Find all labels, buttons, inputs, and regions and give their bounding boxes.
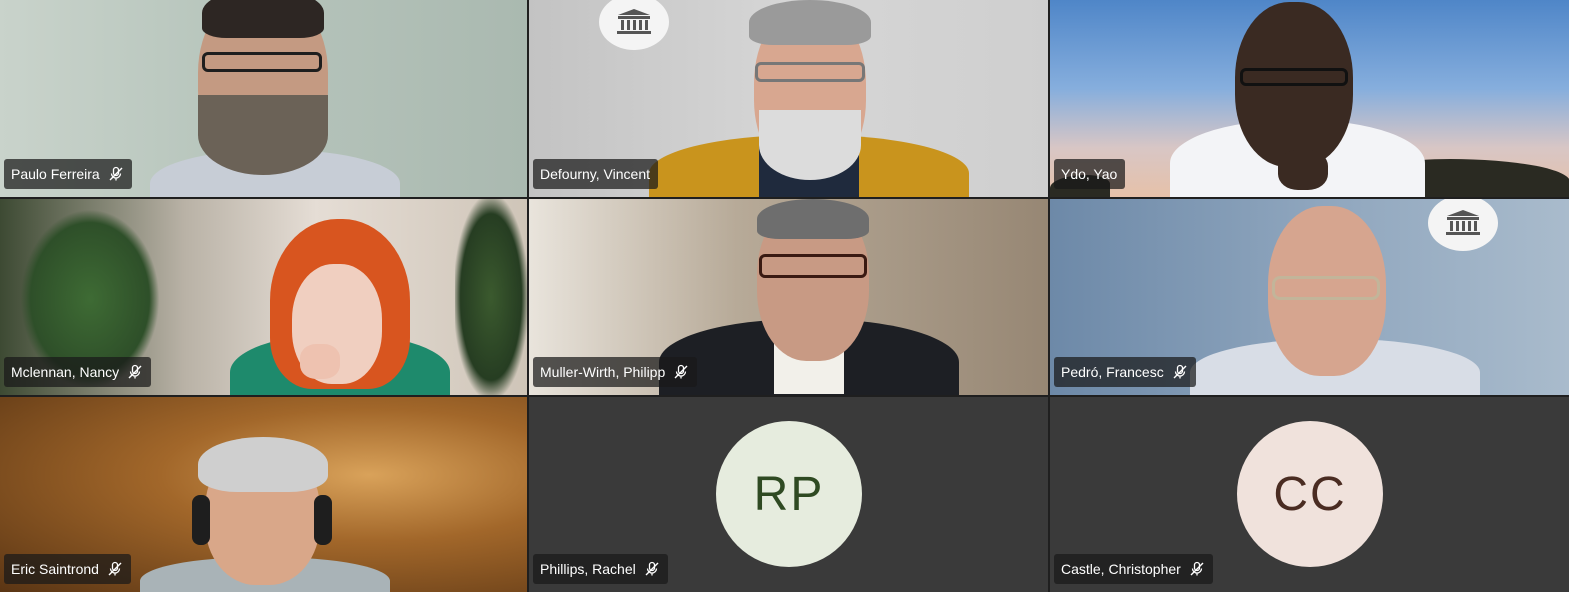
participant-tile-castle-christopher[interactable]: CC Castle, Christopher — [1050, 397, 1569, 592]
mic-muted-icon — [108, 561, 122, 576]
participant-tile-pedro-francesc[interactable]: Pedró, Francesc — [1050, 199, 1569, 395]
avatar: RP — [716, 421, 862, 567]
plant-decoration — [455, 199, 527, 395]
avatar: CC — [1237, 421, 1383, 567]
participant-name: Ydo, Yao — [1061, 166, 1118, 182]
avatar-initials: CC — [1273, 467, 1347, 521]
participant-tile-muller-wirth-philipp[interactable]: Muller-Wirth, Philipp — [529, 199, 1048, 395]
participant-name-tag: Defourny, Vincent — [533, 159, 658, 189]
participant-name-tag: Paulo Ferreira — [4, 159, 132, 189]
participant-name: Castle, Christopher — [1061, 561, 1181, 577]
participant-name: Pedró, Francesc — [1061, 364, 1164, 380]
participant-tile-phillips-rachel[interactable]: RP Phillips, Rachel — [529, 397, 1048, 592]
participant-name-tag: Muller-Wirth, Philipp — [533, 357, 698, 387]
participant-name: Mclennan, Nancy — [11, 364, 120, 380]
participant-video — [130, 0, 410, 197]
participant-name-tag: Castle, Christopher — [1054, 554, 1213, 584]
participant-name: Phillips, Rachel — [540, 561, 636, 577]
participant-tile-defourny-vincent[interactable]: Defourny, Vincent — [529, 0, 1048, 197]
participant-name: Eric Saintrond — [11, 561, 99, 577]
participant-name-tag: Phillips, Rachel — [533, 554, 668, 584]
participant-video — [1190, 204, 1490, 395]
participant-video — [140, 437, 400, 592]
participant-tile-ydo-yao[interactable]: Ydo, Yao — [1050, 0, 1569, 197]
avatar-initials: RP — [753, 467, 825, 521]
participant-name-tag: Eric Saintrond — [4, 554, 131, 584]
participant-name: Defourny, Vincent — [540, 166, 650, 182]
participant-video — [659, 199, 959, 395]
participant-tile-eric-saintrond[interactable]: Eric Saintrond — [0, 397, 527, 592]
participant-tile-paulo-ferreira[interactable]: Paulo Ferreira — [0, 0, 527, 197]
mic-muted-icon — [1173, 364, 1187, 379]
mic-muted-icon — [128, 364, 142, 379]
mic-muted-icon — [109, 166, 123, 181]
mic-muted-icon — [1190, 561, 1204, 576]
participant-name: Muller-Wirth, Philipp — [540, 364, 666, 380]
participant-name-tag: Mclennan, Nancy — [4, 357, 152, 387]
participant-video — [649, 0, 969, 197]
video-grid: Paulo Ferreira Defourny, Vincent Ydo, Ya… — [0, 0, 1569, 592]
participant-video — [220, 219, 460, 395]
mic-muted-icon — [674, 364, 688, 379]
participant-name-tag: Pedró, Francesc — [1054, 357, 1196, 387]
participant-tile-mclennan-nancy[interactable]: Mclennan, Nancy — [0, 199, 527, 395]
participant-video — [1170, 0, 1430, 197]
participant-name: Paulo Ferreira — [11, 166, 100, 182]
participant-name-tag: Ydo, Yao — [1054, 159, 1126, 189]
mic-muted-icon — [645, 561, 659, 576]
